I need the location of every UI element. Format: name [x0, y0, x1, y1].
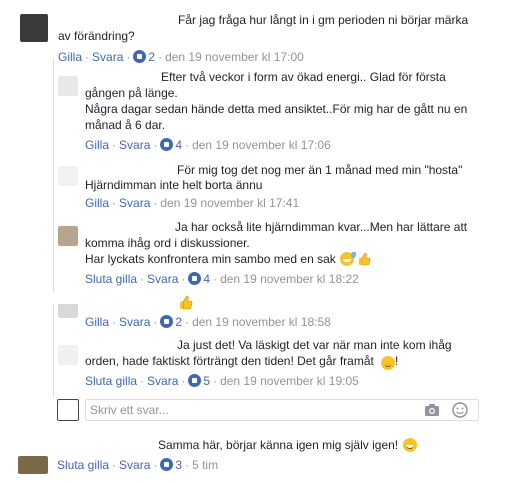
like-button[interactable]: Gilla [58, 50, 82, 64]
comment-text: av förändring? [58, 29, 135, 43]
avatar[interactable] [58, 76, 78, 96]
comment-text-line: Samma här, börjar känna igen mig själv i… [158, 438, 399, 452]
timestamp[interactable]: den 19 november kl 17:41 [160, 196, 299, 210]
comment-text: Några dagar sedan hände detta med ansikt… [85, 102, 468, 116]
comment-text: Får jag fråga hur långt in i gm perioden… [178, 13, 469, 27]
comment-actions: Sluta gilla · Svara · 4 · den 19 november kl 1… [85, 272, 359, 286]
comment-actions: Sluta gilla · Svara · 5 · den 19 november kl 1… [85, 374, 359, 388]
like-badge-icon[interactable] [160, 315, 174, 328]
avatar[interactable] [58, 226, 78, 246]
unlike-button[interactable]: Sluta gilla [85, 374, 137, 388]
redacted-name [58, 10, 176, 22]
reply-button[interactable]: Svara [147, 374, 178, 388]
avatar[interactable] [58, 166, 78, 186]
timestamp[interactable]: den 19 november kl 19:05 [220, 374, 359, 388]
current-user-avatar [57, 399, 79, 421]
unlike-button[interactable]: Sluta gilla [57, 458, 109, 472]
timestamp[interactable]: den 19 november kl 17:00 [165, 50, 304, 64]
like-button[interactable]: Gilla [85, 315, 109, 329]
avatar[interactable] [20, 14, 48, 42]
comment-text: Ja just det! Va läskigt det var när man … [177, 338, 452, 352]
comment-actions: Gilla · Svara · 4 · den 19 november kl 17:06 [85, 138, 331, 152]
comment-actions: Gilla · Svara · 2 · den 19 november kl 18:58 [85, 315, 331, 329]
slight-smile-emoji-icon [381, 356, 395, 370]
like-count[interactable]: 2 [175, 315, 182, 329]
redacted-name [38, 292, 176, 304]
redacted-name [85, 220, 173, 232]
reply-input[interactable] [90, 402, 390, 418]
avatar[interactable] [58, 345, 78, 365]
like-badge-icon[interactable] [188, 272, 202, 285]
grinning-emoji-icon [403, 438, 418, 452]
like-badge-icon[interactable] [133, 50, 147, 63]
comment-text: ! [395, 354, 399, 368]
comment-actions: Sluta gilla · Svara · 3 · 5 tim [57, 458, 219, 472]
like-badge-icon[interactable] [160, 138, 174, 151]
like-button[interactable]: Gilla [85, 138, 109, 152]
thumbs-up-emoji-icon [358, 252, 371, 266]
timestamp[interactable]: den 19 november kl 18:58 [192, 315, 331, 329]
reply-button[interactable]: Svara [92, 50, 123, 64]
comment-text: komma ihåg ord i diskussioner. [85, 236, 250, 250]
camera-icon[interactable] [424, 403, 440, 417]
reply-button[interactable]: Svara [119, 138, 150, 152]
comment-text-line: Har lyckats konfrontera min sambo med en… [85, 252, 336, 266]
comment-text: gången på länge. [85, 86, 178, 100]
comment-actions: Gilla · Svara · 2 · den 19 november kl 17:00 [58, 50, 304, 64]
thread-line [53, 58, 54, 398]
like-badge-icon[interactable] [160, 458, 174, 471]
reply-button[interactable]: Svara [147, 272, 178, 286]
comment-text: Efter två veckor i form av ökad energi..… [161, 70, 446, 84]
thumbs-up-emoji-icon [180, 295, 193, 310]
comment-text: Ja har också lite hjärndimman kvar...Men… [175, 220, 468, 234]
like-count[interactable]: 3 [175, 458, 182, 472]
avatar[interactable] [18, 456, 48, 474]
timestamp[interactable]: den 19 november kl 17:06 [192, 138, 331, 152]
comment-text: För mig tog det nog mer än 1 månad med m… [177, 163, 463, 177]
comment-text: Har lyckats konfrontera min sambo med en… [85, 251, 371, 267]
reply-box [85, 399, 479, 421]
grinning-sweat-emoji-icon [339, 252, 356, 266]
redacted-name [85, 338, 175, 350]
reply-button[interactable]: Svara [119, 196, 150, 210]
like-count[interactable]: 4 [175, 138, 182, 152]
like-count[interactable]: 5 [203, 374, 210, 388]
comment-text: orden, hade faktiskt förträngt den tiden… [85, 354, 374, 368]
redacted-name [85, 162, 173, 174]
like-count[interactable]: 2 [148, 50, 155, 64]
timestamp[interactable]: 5 tim [192, 458, 218, 472]
timestamp[interactable]: den 19 november kl 18:22 [220, 272, 359, 286]
comment-actions: Gilla · Svara · den 19 november kl 17:41 [85, 196, 300, 210]
reply-button[interactable]: Svara [119, 315, 150, 329]
like-badge-icon[interactable] [188, 374, 202, 387]
redacted-name [85, 70, 160, 82]
like-button[interactable]: Gilla [85, 196, 109, 210]
comment-text: Samma här, börjar känna igen mig själv i… [158, 437, 418, 453]
redacted-name [10, 437, 154, 449]
comment-text: månad å 6 dar. [85, 118, 166, 132]
comment-text: Hjärndimman inte helt borta ännu [85, 178, 263, 192]
like-count[interactable]: 4 [203, 272, 210, 286]
reply-button[interactable]: Svara [119, 458, 150, 472]
unlike-button[interactable]: Sluta gilla [85, 272, 137, 286]
sticker-icon[interactable] [452, 402, 468, 418]
